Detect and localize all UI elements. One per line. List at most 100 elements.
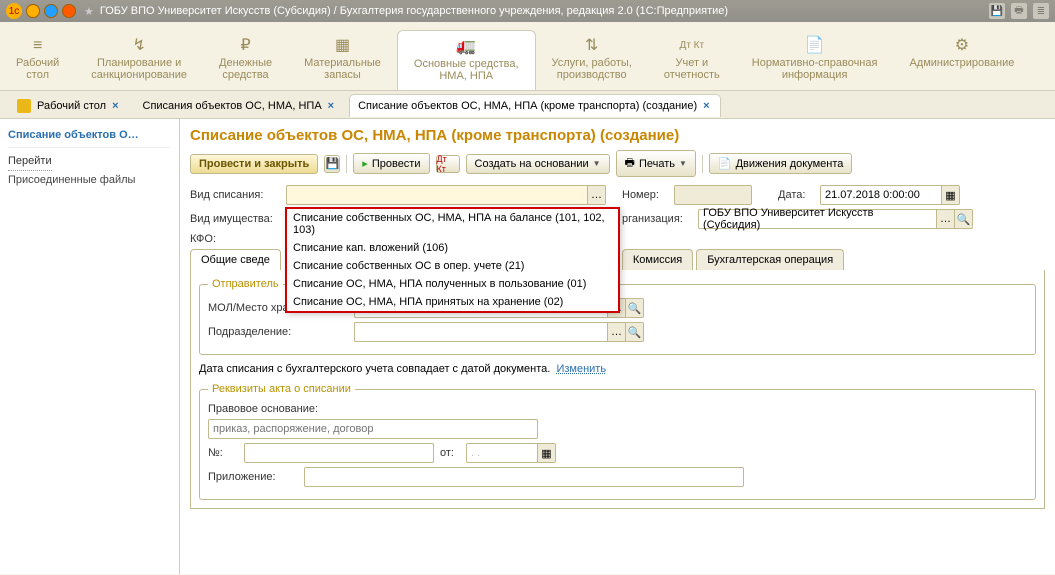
page-title: Списание объектов ОС, НМА, НПА (кроме тр… — [190, 127, 1045, 144]
calendar-button[interactable]: ▦ — [537, 444, 555, 462]
label-vid-imush: Вид имущества: — [190, 213, 280, 225]
select-button[interactable]: … — [607, 323, 625, 341]
label-vid-spisaniya: Вид списания: — [190, 189, 280, 201]
create-based-button[interactable]: Создать на основании ▼ — [466, 154, 610, 174]
label-podrazdelenie: Подразделение: — [208, 326, 348, 338]
menu-icon: ≡ — [16, 35, 59, 57]
dropdown-item[interactable]: Списание ОС, НМА, НПА полученных в польз… — [287, 275, 618, 293]
section-toolbar: ≡ Рабочий стол ↯ Планирование и санкцион… — [0, 22, 1055, 91]
arrows-icon: ⇅ — [552, 35, 632, 57]
dropdown-item[interactable]: Списание ОС, НМА, НПА принятых на хранен… — [287, 293, 618, 311]
sidebar-title: Списание объектов О… — [8, 129, 171, 148]
grid-icon: ▦ — [304, 35, 381, 57]
icon-print[interactable]: 🖶 — [1011, 3, 1027, 19]
favorite-icon[interactable]: ★ — [84, 5, 94, 18]
print-icon: 🖶 — [625, 154, 635, 173]
chevron-down-icon: ▼ — [679, 159, 687, 168]
dropdown-button[interactable]: … — [587, 186, 605, 204]
number2-input[interactable] — [244, 443, 434, 463]
label-osnovanie: Правовое основание: — [208, 403, 348, 415]
titlebar: 1c ★ ГОБУ ВПО Университет Искусств (Субс… — [0, 0, 1055, 22]
label-org: рганизация: — [622, 213, 692, 225]
truck-icon: 🚛 — [414, 36, 519, 58]
section-money[interactable]: ₽ Денежные средства — [203, 30, 288, 90]
post-icon: ▸ — [362, 157, 368, 170]
date-input[interactable]: 21.07.2018 0:00:00 ▦ — [820, 185, 960, 205]
form-area: Списание объектов ОС, НМА, НПА (кроме тр… — [180, 119, 1055, 574]
org-input[interactable]: ГОБУ ВПО Университет Искусств (Субсидия)… — [698, 209, 973, 229]
change-link[interactable]: Изменить — [556, 363, 606, 375]
tab-list[interactable]: Списания объектов ОС, НМА, НПА × — [134, 94, 346, 117]
icon-other[interactable]: ≣ — [1033, 3, 1049, 19]
close-icon[interactable]: × — [703, 100, 709, 112]
close-icon[interactable]: × — [328, 100, 334, 112]
legend-otpravitel: Отправитель — [208, 278, 283, 290]
section-services[interactable]: ⇅ Услуги, работы, производство — [536, 30, 648, 90]
dropdown-item[interactable]: Списание кап. вложений (106) — [287, 239, 618, 257]
lightning-icon: ↯ — [91, 35, 187, 57]
action-bar: Провести и закрыть 💾 ▸ Провести Дт Кт Со… — [190, 150, 1045, 177]
section-planning[interactable]: ↯ Планирование и санкционирование — [75, 30, 203, 90]
btn-3[interactable] — [62, 4, 76, 18]
open-button[interactable]: 🔍 — [625, 299, 643, 317]
vid-spisaniya-dropdown: Списание собственных ОС, НМА, НПА на бал… — [285, 207, 620, 313]
close-icon[interactable]: × — [112, 100, 118, 112]
desktop-icon — [17, 99, 31, 113]
sidebar: Списание объектов О… Перейти Присоединен… — [0, 119, 180, 574]
section-reference[interactable]: 📄 Нормативно-справочная информация — [736, 30, 894, 90]
gear-icon: ⚙ — [909, 35, 1014, 57]
label-number: Номер: — [622, 189, 668, 201]
save-button[interactable]: 💾 — [324, 155, 340, 173]
calendar-button[interactable]: ▦ — [941, 186, 959, 204]
doc-icon: 📄 — [718, 157, 732, 170]
section-admin[interactable]: ⚙ Администрирование — [893, 30, 1030, 90]
label-number2: №: — [208, 447, 238, 459]
group-rekvizity: Реквизиты акта о списании Правовое основ… — [199, 383, 1036, 500]
podrazd-input[interactable]: … 🔍 — [354, 322, 644, 342]
section-accounting[interactable]: Дт Кт Учет и отчетность — [648, 30, 736, 90]
window-controls — [26, 4, 76, 18]
app-logo: 1c — [6, 3, 22, 19]
dropdown-item[interactable]: Списание собственных ОС, НМА, НПА на бал… — [287, 209, 618, 239]
dtkt-icon: Дт Кт — [664, 35, 720, 57]
doc-movements-button[interactable]: 📄 Движения документа — [709, 153, 853, 174]
prilozhenie-input[interactable] — [304, 467, 744, 487]
doc-tab-commission[interactable]: Комиссия — [622, 249, 693, 270]
post-and-close-button[interactable]: Провести и закрыть — [190, 154, 318, 174]
doc-icon: 📄 — [752, 35, 878, 57]
doc-tab-general[interactable]: Общие сведе — [190, 249, 281, 270]
open-button[interactable]: 🔍 — [954, 210, 972, 228]
number-input[interactable] — [674, 185, 752, 205]
tab-desktop[interactable]: Рабочий стол × — [8, 93, 130, 118]
tab-current[interactable]: Списание объектов ОС, НМА, НПА (кроме тр… — [349, 94, 720, 117]
vid-spisaniya-input[interactable]: … — [286, 185, 606, 205]
sidebar-link-files[interactable]: Присоединенные файлы — [8, 171, 171, 189]
label-kfo: КФО: — [190, 233, 280, 245]
title-text: ГОБУ ВПО Университет Искусств (Субсидия)… — [100, 5, 728, 17]
content: Списание объектов О… Перейти Присоединен… — [0, 119, 1055, 574]
date-note-text: Дата списания с бухгалтерского учета сов… — [199, 363, 550, 375]
section-desktop[interactable]: ≡ Рабочий стол — [0, 30, 75, 90]
btn-1[interactable] — [26, 4, 40, 18]
label-date: Дата: — [778, 189, 814, 201]
open-button[interactable]: 🔍 — [625, 323, 643, 341]
select-button[interactable]: … — [936, 210, 954, 228]
label-prilozhenie: Приложение: — [208, 471, 298, 483]
sidebar-link-goto[interactable]: Перейти — [8, 152, 52, 171]
post-button[interactable]: ▸ Провести — [353, 153, 429, 174]
icon-save[interactable]: 💾 — [989, 3, 1005, 19]
doc-tab-accounting[interactable]: Бухгалтерская операция — [696, 249, 844, 270]
ruble-icon: ₽ — [219, 35, 272, 57]
dtkt-button[interactable]: Дт Кт — [436, 155, 460, 173]
section-fixed-assets[interactable]: 🚛 Основные средства, НМА, НПА — [397, 30, 536, 90]
label-ot: от: — [440, 447, 460, 459]
chevron-down-icon: ▼ — [593, 159, 601, 168]
tabbar: Рабочий стол × Списания объектов ОС, НМА… — [0, 91, 1055, 119]
dropdown-item[interactable]: Списание собственных ОС в опер. учете (2… — [287, 257, 618, 275]
section-materials[interactable]: ▦ Материальные запасы — [288, 30, 397, 90]
ot-input[interactable]: . . ▦ — [466, 443, 556, 463]
legend-rekvizity: Реквизиты акта о списании — [208, 383, 355, 395]
osnovanie-input[interactable] — [208, 419, 538, 439]
btn-2[interactable] — [44, 4, 58, 18]
print-button[interactable]: 🖶 Печать ▼ — [616, 150, 696, 177]
